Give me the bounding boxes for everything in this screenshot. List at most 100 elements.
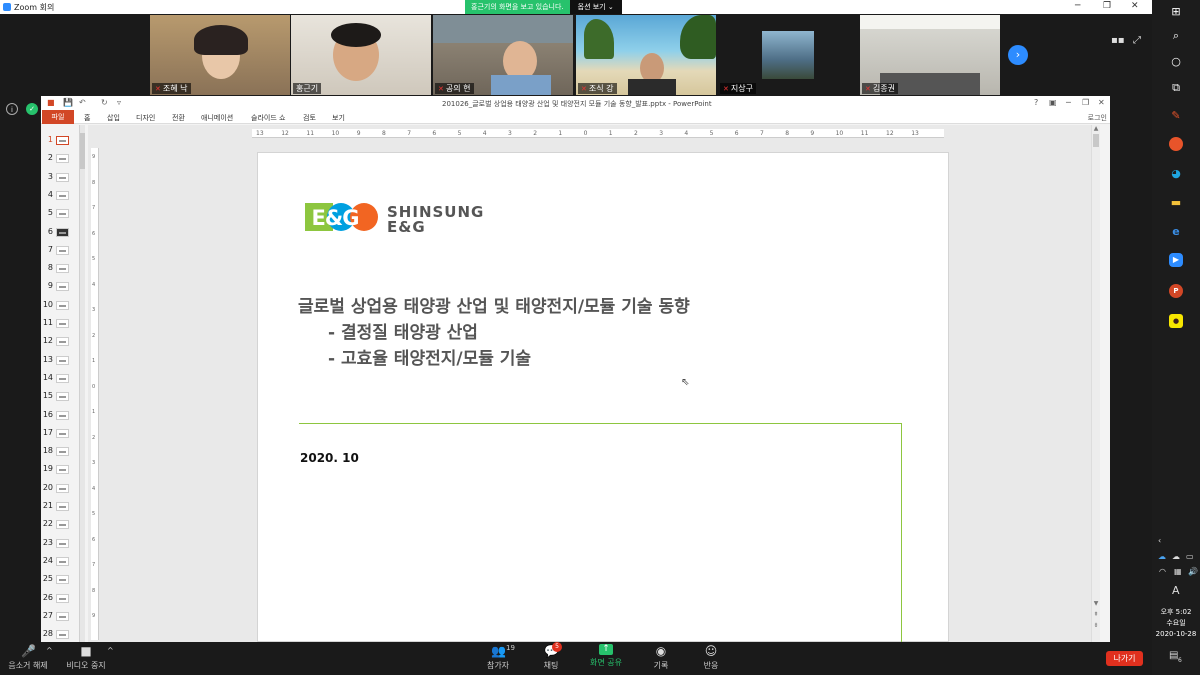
slide-thumbnail[interactable]: 3 (41, 170, 81, 188)
slide-thumbnail[interactable]: 13 (41, 353, 81, 371)
system-clock[interactable]: 오후 5:02 수요일 2020-10-28 (1152, 607, 1200, 640)
slide-thumbnail[interactable]: 7 (41, 243, 81, 261)
internet-explorer-icon[interactable]: e (1168, 224, 1184, 240)
stop-video-button[interactable]: ■ 비디오 중지 (66, 644, 106, 671)
tab-review[interactable]: 검토 (303, 113, 316, 123)
scroll-up-icon[interactable]: ▲ (1092, 125, 1100, 133)
slide-thumbnail[interactable]: 16 (41, 408, 81, 426)
signin-link[interactable]: 로그인 (1088, 113, 1107, 123)
minimize-icon[interactable]: ─ (1075, 1, 1080, 11)
slide-thumbnail[interactable]: 12 (41, 334, 81, 352)
slide-thumbnail[interactable]: 6 (41, 225, 81, 243)
tab-animations[interactable]: 애니메이션 (201, 113, 233, 123)
ribbon-options-icon[interactable]: ▣ (1049, 98, 1057, 107)
scrollbar-handle[interactable] (1093, 134, 1099, 147)
wifi-icon[interactable]: ◠ (1159, 567, 1166, 576)
printer-icon[interactable]: ▭ (1186, 552, 1194, 561)
slide-thumbnail[interactable]: 25 (41, 572, 81, 590)
view-options-button[interactable]: 옵션 보기 ⌄ (569, 0, 622, 14)
fullscreen-icon[interactable]: ⤢ (1133, 35, 1141, 46)
redo-icon[interactable]: ↻ (101, 98, 108, 107)
save-icon[interactable]: 💾 (63, 98, 73, 107)
slide-canvas[interactable]: E&G SHINSUNG E&G 글로벌 상업용 태양광 산업 및 태양전지/모… (257, 152, 949, 643)
video-tile[interactable]: 홍근기 (291, 15, 431, 95)
windows-start-icon[interactable]: ⊞ (1168, 4, 1184, 20)
powerpoint-taskbar-icon[interactable]: P (1169, 284, 1183, 298)
quick-access-icon[interactable]: ▿ (117, 98, 121, 107)
slide-thumbnail[interactable]: 17 (41, 426, 81, 444)
slide-thumbnail[interactable]: 1 (41, 133, 81, 151)
keyboard-icon[interactable]: ▦ (1174, 567, 1182, 576)
tab-view[interactable]: 보기 (332, 113, 345, 123)
paint-app-icon[interactable]: ✎ (1168, 108, 1184, 124)
reactions-button[interactable]: ☺ 반응 (700, 644, 722, 671)
search-icon[interactable]: ⌕ (1168, 28, 1184, 44)
video-tile[interactable]: ✕ 조혜 낙 (150, 15, 290, 95)
scroll-down-icon[interactable]: ▼ (1092, 600, 1100, 608)
audio-options-caret-icon[interactable]: ^ (46, 646, 53, 655)
ppt-close-icon[interactable]: ✕ (1098, 98, 1105, 107)
cloud-icon[interactable]: ☁ (1172, 552, 1180, 561)
security-shield-icon[interactable]: ✓ (26, 103, 38, 115)
video-tile[interactable]: ✕ 지상구 (718, 15, 858, 95)
slide-thumbnail[interactable]: 20 (41, 481, 81, 499)
edge-icon[interactable]: ◕ (1168, 166, 1184, 182)
tab-insert[interactable]: 삽입 (107, 113, 120, 123)
slide-thumbnail[interactable]: 27 (41, 609, 81, 627)
video-options-caret-icon[interactable]: ^ (107, 646, 114, 655)
next-page-icon[interactable]: › (1008, 45, 1028, 65)
file-explorer-icon[interactable]: ▬ (1168, 195, 1184, 211)
ppt-restore-icon[interactable]: ❐ (1082, 98, 1089, 107)
unmute-button[interactable]: 🎤 음소거 해제 (8, 644, 48, 671)
slide-thumbnail[interactable]: 18 (41, 444, 81, 462)
slide-thumbnail[interactable]: 22 (41, 517, 81, 535)
cortana-icon[interactable]: ○ (1168, 54, 1184, 70)
video-tile[interactable]: ✕ 김종권 (860, 15, 1000, 95)
restore-icon[interactable]: ❐ (1103, 1, 1111, 11)
tab-slideshow[interactable]: 슬라이드 쇼 (251, 113, 285, 123)
chrome-icon[interactable] (1169, 137, 1183, 151)
onedrive-icon[interactable]: ☁ (1158, 552, 1166, 561)
task-view-icon[interactable]: ⧉ (1168, 80, 1184, 96)
help-icon[interactable]: ? (1034, 98, 1038, 107)
close-icon[interactable]: ✕ (1131, 1, 1139, 11)
slide-thumbnail[interactable]: 2 (41, 151, 81, 169)
chat-button[interactable]: 💬 5 채팅 (540, 642, 562, 671)
slide-thumbnail[interactable]: 23 (41, 536, 81, 554)
next-slide-icon[interactable]: ⇟ (1092, 622, 1100, 630)
zoom-taskbar-icon[interactable]: ▶ (1169, 253, 1183, 267)
tab-transitions[interactable]: 전환 (172, 113, 185, 123)
tab-design[interactable]: 디자인 (136, 113, 155, 123)
info-icon[interactable]: i (6, 103, 18, 115)
share-screen-button[interactable]: ↑ 화면 공유 (588, 644, 624, 668)
slide-thumbnail[interactable]: 8 (41, 261, 81, 279)
slide-thumbnail[interactable]: 11 (41, 316, 81, 334)
kakaotalk-icon[interactable]: ● (1169, 314, 1183, 328)
undo-icon[interactable]: ↶ (79, 98, 86, 107)
volume-icon[interactable]: 🔊 (1188, 567, 1198, 576)
ime-indicator[interactable]: A (1172, 584, 1180, 597)
prev-slide-icon[interactable]: ⇞ (1092, 611, 1100, 619)
record-button[interactable]: ◉ 기록 (650, 644, 672, 671)
slide-thumbnail[interactable]: 4 (41, 188, 81, 206)
leave-button[interactable]: 나가기 (1106, 651, 1143, 666)
tab-file[interactable]: 파일 (42, 110, 74, 124)
slide-thumbnail[interactable]: 15 (41, 389, 81, 407)
slide-thumbnail[interactable]: 10 (41, 298, 81, 316)
slide-thumbnail[interactable]: 9 (41, 279, 81, 297)
slide-thumbnail[interactable]: 14 (41, 371, 81, 389)
tab-home[interactable]: 홈 (84, 113, 90, 123)
slide-thumbnail-image (56, 483, 69, 493)
video-tile[interactable]: ✕ 조식 강 (576, 15, 716, 95)
participants-button[interactable]: 👥 19 참가자 (484, 644, 515, 671)
slide-thumbnail[interactable]: 5 (41, 206, 81, 224)
slide-thumbnail[interactable]: 24 (41, 554, 81, 572)
video-tile[interactable]: ✕ 공의 현 (433, 15, 573, 95)
editor-scrollbar[interactable]: ▲ ▼ ⇞ ⇟ (1091, 125, 1100, 642)
show-hidden-icons-icon[interactable]: ‹ (1158, 536, 1161, 545)
slide-thumbnail[interactable]: 26 (41, 591, 81, 609)
layout-icon[interactable]: ▪▪ (1111, 35, 1125, 46)
ppt-minimize-icon[interactable]: ─ (1066, 98, 1071, 107)
slide-thumbnail[interactable]: 19 (41, 462, 81, 480)
slide-thumbnail[interactable]: 21 (41, 499, 81, 517)
